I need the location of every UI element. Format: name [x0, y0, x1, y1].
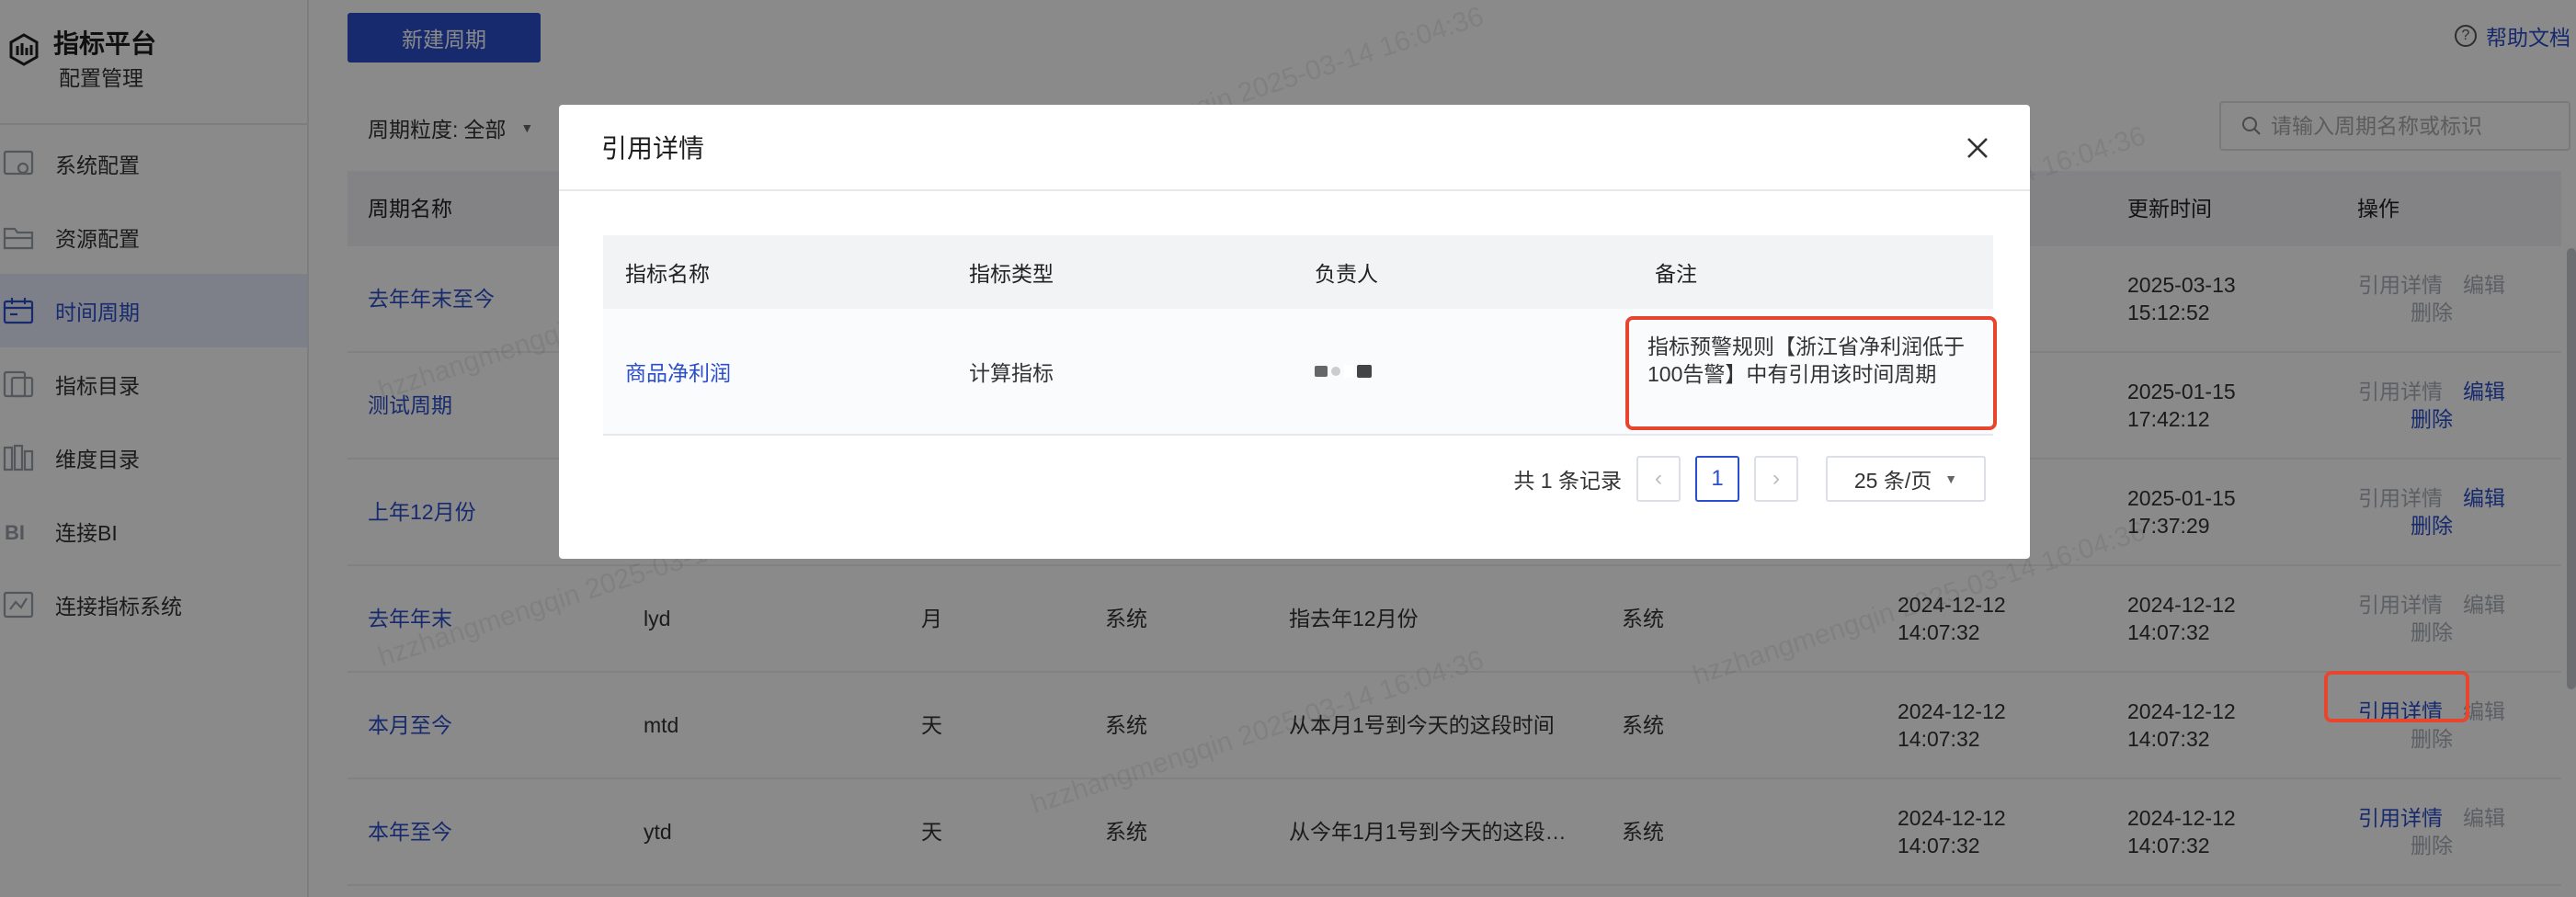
page-number-button[interactable]: 1 [1695, 456, 1739, 502]
col-header-note: 备注 [1655, 262, 1697, 286]
chevron-right-icon: › [1772, 466, 1780, 491]
caret-down-icon: ▼ [1944, 471, 1958, 486]
prev-page-button[interactable]: ‹ [1636, 456, 1681, 502]
col-header-metric-type: 指标类型 [969, 262, 1054, 286]
highlight-box [2324, 671, 2469, 722]
metric-name-link[interactable]: 商品净利润 [625, 309, 731, 434]
reference-table: 指标名称 指标类型 负责人 备注 商品净利润 计算指标 指标预警规则【浙江省净利… [603, 235, 1997, 436]
chevron-left-icon: ‹ [1655, 466, 1662, 491]
close-icon[interactable] [1962, 132, 1993, 164]
total-records: 共 1 条记录 [1513, 469, 1622, 493]
page-size-value: 25 条/页 [1853, 469, 1932, 493]
col-header-owner: 负责人 [1315, 262, 1378, 286]
owner-avatar [1315, 365, 1372, 378]
owner [1315, 309, 1372, 434]
pagination: 共 1 条记录 ‹ 1 › 25 条/页 ▼ [1513, 456, 1986, 502]
page-size-select[interactable]: 25 条/页 ▼ [1826, 456, 1986, 502]
note-highlight: 指标预警规则【浙江省净利润低于100告警】中有引用该时间周期 [1625, 316, 1997, 430]
metric-type: 计算指标 [969, 361, 1054, 385]
table-row: 商品净利润 计算指标 指标预警规则【浙江省净利润低于100告警】中有引用该时间周… [603, 309, 1997, 436]
dialog-header: 引用详情 [559, 105, 2030, 191]
dialog-title: 引用详情 [601, 134, 705, 163]
table-header: 指标名称 指标类型 负责人 备注 [603, 235, 1993, 309]
col-header-metric-name: 指标名称 [625, 262, 710, 286]
next-page-button[interactable]: › [1754, 456, 1798, 502]
reference-detail-dialog: 引用详情 指标名称 指标类型 负责人 备注 商品净利润 计算指标 指标预警规则【… [559, 105, 2030, 559]
